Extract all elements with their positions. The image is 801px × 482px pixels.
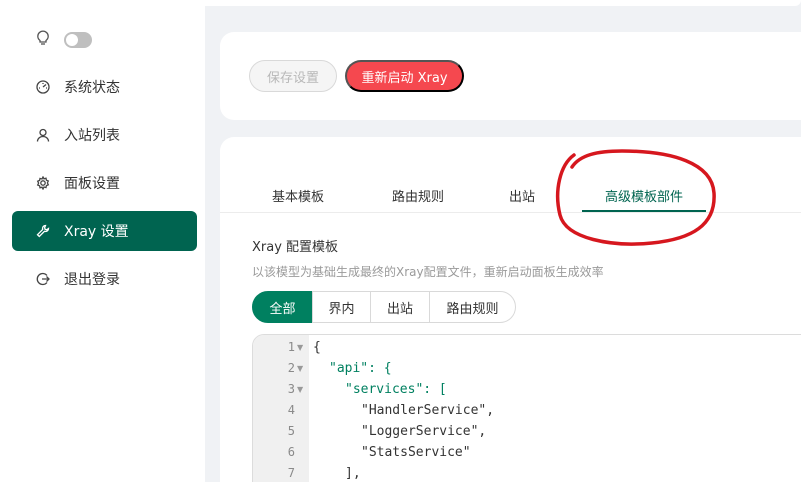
code-line: 4 "HandlerService", xyxy=(253,400,801,421)
sidebar-item-label: 面板设置 xyxy=(64,176,120,192)
section-description: 以该模型为基础生成最终的Xray配置文件，重新启动面板生成效率 xyxy=(252,265,604,279)
line-number: 7 xyxy=(287,466,295,480)
line-number: 1 xyxy=(287,340,295,354)
sidebar: 系统状态 入站列表 面板设置 Xray 设置 退出登录 xyxy=(0,0,205,482)
code-text: "LoggerService", xyxy=(361,424,487,439)
code-editor[interactable]: 1 ▼ { 2 ▼ "api": { 3 ▼ "services": [ 4 "… xyxy=(252,334,801,482)
code-text: "services": [ xyxy=(345,382,447,397)
code-line: 3 ▼ "services": [ xyxy=(253,379,801,400)
sidebar-item-label: 入站列表 xyxy=(64,128,120,144)
code-text: "api": { xyxy=(329,361,392,376)
theme-row xyxy=(36,30,92,50)
lightbulb-icon xyxy=(36,30,50,50)
user-icon xyxy=(36,128,50,142)
line-number: 3 xyxy=(287,382,295,396)
header-strip xyxy=(150,0,801,6)
gear-icon xyxy=(36,176,50,190)
filter-segmented-control: 全部 界内 出站 路由规则 xyxy=(252,291,516,323)
filter-routing-rules[interactable]: 路由规则 xyxy=(429,291,516,323)
code-text: "HandlerService", xyxy=(361,403,495,418)
action-card: 保存设置 重新启动 Xray xyxy=(220,32,801,120)
sidebar-item-xray-settings[interactable]: Xray 设置 xyxy=(12,211,197,251)
line-number: 4 xyxy=(287,403,295,417)
sidebar-item-label: Xray 设置 xyxy=(64,224,129,240)
sidebar-item-label: 退出登录 xyxy=(64,272,120,288)
filter-inbound[interactable]: 界内 xyxy=(312,291,371,323)
restart-xray-button[interactable]: 重新启动 Xray xyxy=(345,60,464,92)
section-title: Xray 配置模板 xyxy=(252,240,339,255)
line-number: 6 xyxy=(287,445,295,459)
save-button[interactable]: 保存设置 xyxy=(249,60,337,92)
line-number: 5 xyxy=(287,424,295,438)
line-number: 2 xyxy=(287,361,295,375)
sidebar-item-logout[interactable]: 退出登录 xyxy=(12,259,197,299)
dashboard-icon xyxy=(36,80,50,94)
sidebar-item-inbounds[interactable]: 入站列表 xyxy=(12,115,197,155)
code-text: "StatsService" xyxy=(361,445,471,460)
fold-arrow-icon[interactable]: ▼ xyxy=(297,337,303,358)
tab-basic-template[interactable]: 基本模板 xyxy=(250,177,346,213)
dark-mode-toggle[interactable] xyxy=(64,32,92,48)
fold-arrow-icon[interactable]: ▼ xyxy=(297,379,303,400)
xray-settings-card: 基本模板 路由规则 出站 高级模板部件 Xray 配置模板 以该模型为基础生成最… xyxy=(220,137,801,482)
code-line: 2 ▼ "api": { xyxy=(253,358,801,379)
annotation-circle xyxy=(555,149,716,246)
tab-outbound[interactable]: 出站 xyxy=(490,177,554,213)
tab-routing-rules[interactable]: 路由规则 xyxy=(370,177,466,213)
code-line: 6 "StatsService" xyxy=(253,442,801,463)
sidebar-item-system-status[interactable]: 系统状态 xyxy=(12,67,197,107)
code-line: 7 ], xyxy=(253,463,801,482)
code-line: 5 "LoggerService", xyxy=(253,421,801,442)
sidebar-item-panel-settings[interactable]: 面板设置 xyxy=(12,163,197,203)
code-text: { xyxy=(313,340,321,355)
fold-arrow-icon[interactable]: ▼ xyxy=(297,358,303,379)
sidebar-item-label: 系统状态 xyxy=(64,80,120,96)
code-line: 1 ▼ { xyxy=(253,337,801,358)
wrench-icon xyxy=(36,224,50,238)
filter-all[interactable]: 全部 xyxy=(252,291,313,323)
code-text: ], xyxy=(345,466,361,481)
logout-icon xyxy=(36,272,50,286)
filter-outbound[interactable]: 出站 xyxy=(370,291,430,323)
toggle-knob xyxy=(66,34,78,46)
